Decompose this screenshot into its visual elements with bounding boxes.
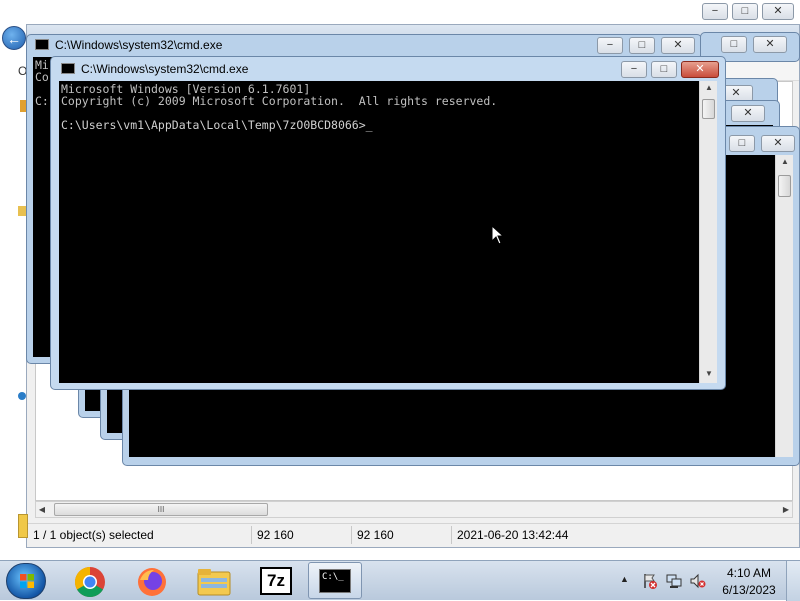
mouse-cursor-icon [491,225,505,245]
close-button[interactable]: ✕ [762,3,794,20]
taskbar-explorer[interactable] [186,562,240,599]
status-bar: 1 / 1 object(s) selected 92 160 92 160 2… [27,523,799,545]
top-window-controls: − □ ✕ [700,2,800,22]
scrollbar-thumb[interactable]: III [54,503,268,516]
taskbar-7zip[interactable]: 7z [248,562,302,599]
window-title: C:\Windows\system32\cmd.exe [81,62,249,76]
minimize-button[interactable]: − [597,37,623,54]
scrollbar-thumb[interactable] [778,175,791,197]
vertical-scrollbar[interactable]: ▲ ▼ [699,81,717,383]
action-center-icon[interactable] [642,573,658,589]
explorer-icon [197,569,231,596]
maximize-button[interactable]: □ [651,61,677,78]
close-button[interactable]: ✕ [681,61,719,78]
cmd-window-active[interactable]: C:\Windows\system32\cmd.exe − □ ✕ Micros… [50,56,726,390]
maximize-button[interactable]: □ [629,37,655,54]
volume-muted-icon[interactable] [690,573,706,589]
console-area[interactable]: Microsoft Windows [Version 6.1.7601] Cop… [59,81,699,383]
window-title: C:\Windows\system32\cmd.exe [55,38,223,52]
cmd-icon: C:\_ [319,569,351,593]
status-selection: 1 / 1 object(s) selected [33,528,154,542]
taskbar-chrome[interactable] [62,562,116,599]
divider [251,526,252,544]
taskbar: 7z C:\_ ▲ 4:10 AM 6/13/2023 [0,560,800,601]
minimize-button[interactable]: − [702,3,728,20]
divider [351,526,352,544]
globe-icon [18,392,26,400]
status-modified: 2021-06-20 13:42:44 [457,528,569,542]
close-button[interactable]: ✕ [661,37,695,54]
scroll-left-arrow-icon[interactable]: ◀ [37,505,47,515]
maximize-button[interactable]: □ [721,36,747,53]
console-line: Copyright (c) 2009 Microsoft Corporation… [61,94,498,108]
minimize-button[interactable]: − [621,61,647,78]
close-button[interactable]: ✕ [731,105,765,122]
show-desktop-button[interactable] [786,561,800,601]
scroll-down-arrow-icon[interactable]: ▼ [704,369,714,379]
network-icon[interactable] [666,573,682,589]
firefox-icon [138,568,166,596]
taskbar-firefox[interactable] [124,562,178,599]
command-prompt[interactable]: C:\Users\vm1\AppData\Local\Temp\7zO0BCD8… [61,119,373,131]
maximize-button[interactable]: □ [729,135,755,152]
chrome-icon [74,567,105,598]
vertical-scrollbar[interactable]: ▲ [775,155,793,457]
start-button[interactable] [6,563,46,599]
taskbar-cmd[interactable]: C:\_ [308,562,362,599]
windows-logo-icon [20,574,34,588]
clock-date[interactable]: 6/13/2023 [714,583,784,597]
close-button[interactable]: ✕ [753,36,787,53]
folder-icon [18,206,26,216]
scroll-up-arrow-icon[interactable]: ▲ [780,157,790,167]
console-text: Mi Co C: [35,58,49,108]
folder-icon [18,514,28,538]
7zip-icon: 7z [260,567,292,595]
maximize-button[interactable]: □ [732,3,758,20]
close-button[interactable]: ✕ [761,135,795,152]
scroll-up-arrow-icon[interactable]: ▲ [704,83,714,93]
cmd-window-icon [61,63,75,74]
horizontal-scrollbar[interactable]: ◀ III ▶ [35,501,793,518]
status-packed-size: 92 160 [357,528,394,542]
back-arrow-icon[interactable]: ← [2,26,26,50]
divider [451,526,452,544]
status-size: 92 160 [257,528,294,542]
scroll-right-arrow-icon[interactable]: ▶ [781,505,791,515]
cmd-window-icon [35,39,49,50]
clock-time[interactable]: 4:10 AM [714,566,784,580]
scrollbar-thumb[interactable] [702,99,715,119]
show-hidden-icons-chevron[interactable]: ▲ [620,574,629,584]
